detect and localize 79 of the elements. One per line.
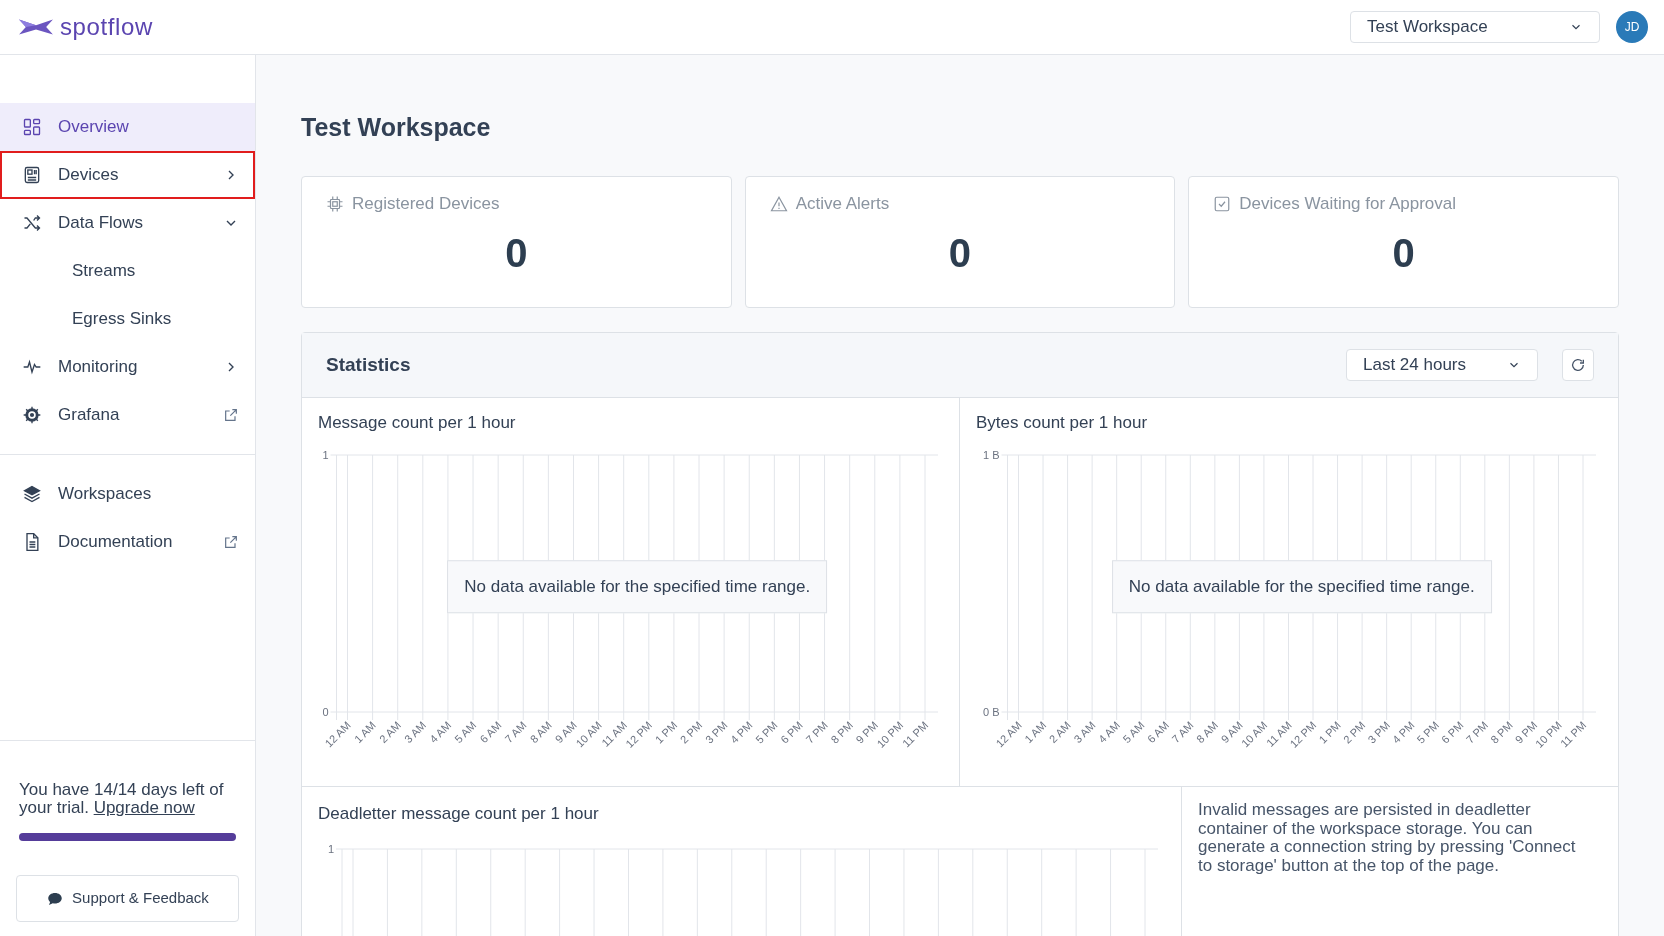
axis-label: 12 AM: [322, 718, 353, 750]
logo-text: spotflow: [60, 12, 153, 42]
axis-label: 7 PM: [1463, 718, 1491, 746]
axis-label: 8 AM: [1194, 718, 1221, 746]
upgrade-link[interactable]: Upgrade now: [93, 798, 195, 817]
support-feedback-button[interactable]: Support & Feedback: [16, 875, 239, 922]
shuffle-icon: [22, 213, 42, 233]
chip-board-icon: [22, 165, 42, 185]
axis-label: 8 PM: [828, 718, 856, 746]
refresh-button[interactable]: [1562, 349, 1594, 381]
card-label: Devices Waiting for Approval: [1239, 193, 1456, 215]
axis-label: 7 PM: [803, 718, 830, 746]
nav-item[interactable]: Devices: [0, 151, 255, 199]
nav-item[interactable]: Documentation: [0, 518, 255, 566]
nav-item[interactable]: Grafana: [0, 391, 255, 439]
axis-label: 1 AM: [1022, 718, 1049, 746]
empty-state-message: No data available for the specified time range.: [447, 559, 828, 614]
workspace-select[interactable]: Test Workspace: [1350, 11, 1600, 43]
axis-label: 2 AM: [1046, 718, 1073, 746]
axis-label: 0: [322, 706, 329, 718]
stat-value: 0: [1391, 229, 1416, 277]
nav-item[interactable]: Egress Sinks: [0, 295, 255, 343]
stat-value: 0: [504, 229, 529, 277]
info-text: Invalid messages are persisted in deadletter container of the workspace storage. You can generate a connection string by pressing 'Connect to storage' button at the top of the page.: [1197, 799, 1577, 877]
chart-title: Message count per 1 hour: [318, 412, 517, 434]
axis-label: 1: [327, 843, 334, 855]
nav-item[interactable]: Monitoring: [0, 343, 255, 391]
checkbox-icon: [1213, 194, 1232, 213]
empty-state-message: No data available for the specified time range.: [1111, 559, 1492, 614]
axis-label: 5 PM: [753, 718, 780, 746]
axis-label: 2 PM: [677, 718, 705, 746]
axis-label: 6 PM: [778, 718, 805, 746]
user-avatar[interactable]: JD: [1616, 11, 1648, 43]
external-link-icon: [223, 534, 239, 550]
axis-label: 3 AM: [402, 718, 429, 746]
stat-value: 0: [947, 229, 973, 277]
panel-title: Statistics: [326, 352, 411, 377]
axis-label: 5 AM: [452, 718, 479, 746]
axis-label: 1: [322, 449, 329, 461]
nav-item[interactable]: Overview: [0, 103, 255, 151]
card-label: Registered Devices: [352, 193, 500, 215]
axis-label: 5 AM: [1120, 718, 1147, 746]
axis-label: 4 AM: [1095, 718, 1123, 746]
axis-label: 6 AM: [477, 718, 504, 746]
gear-icon: [22, 405, 42, 425]
axis-label: 4 PM: [728, 718, 755, 746]
axis-label: 7 AM: [1169, 718, 1196, 746]
axis-label: 3 AM: [1071, 718, 1098, 746]
chip-icon: [326, 194, 344, 213]
chart-title: Bytes count per 1 hour: [976, 412, 1149, 434]
axis-label: 1 AM: [351, 718, 378, 746]
axis-label: 0 B: [983, 706, 1000, 718]
axis-label: 2 PM: [1340, 718, 1368, 746]
axis-label: 1 PM: [1316, 718, 1343, 746]
chart-title: Deadletter message count per 1 hour: [318, 803, 600, 825]
axis-label: 2 AM: [376, 718, 404, 746]
nav-item[interactable]: Streams: [0, 247, 255, 295]
time-range-select[interactable]: Last 24 hours: [1346, 349, 1538, 381]
axis-label: 1 B: [983, 449, 1000, 461]
axis-label: 8 AM: [527, 718, 554, 746]
axis-label: 1 PM: [652, 718, 680, 746]
axis-label: 8 PM: [1488, 718, 1515, 746]
axis-label: 7 AM: [502, 718, 529, 746]
external-link-icon: [223, 407, 239, 423]
dashboard-icon: [22, 117, 42, 137]
trial-notice: You have 14/14 days left of your trial. Upgrade now: [19, 781, 225, 817]
axis-label: 4 AM: [427, 718, 454, 746]
card-label: Active Alerts: [795, 193, 890, 215]
refresh-icon: [1570, 357, 1586, 373]
axis-label: 3 PM: [702, 718, 730, 746]
layers-icon: [22, 484, 42, 504]
axis-label: 5 PM: [1414, 718, 1442, 746]
nav-item[interactable]: Data Flows: [0, 199, 255, 247]
axis-label: 6 PM: [1439, 718, 1466, 746]
warning-icon: [769, 194, 788, 213]
axis-label: 6 AM: [1144, 718, 1172, 746]
page-title: Test Workspace: [301, 112, 492, 143]
axis-label: 12 AM: [993, 718, 1024, 750]
nav-item[interactable]: Workspaces: [0, 470, 255, 518]
